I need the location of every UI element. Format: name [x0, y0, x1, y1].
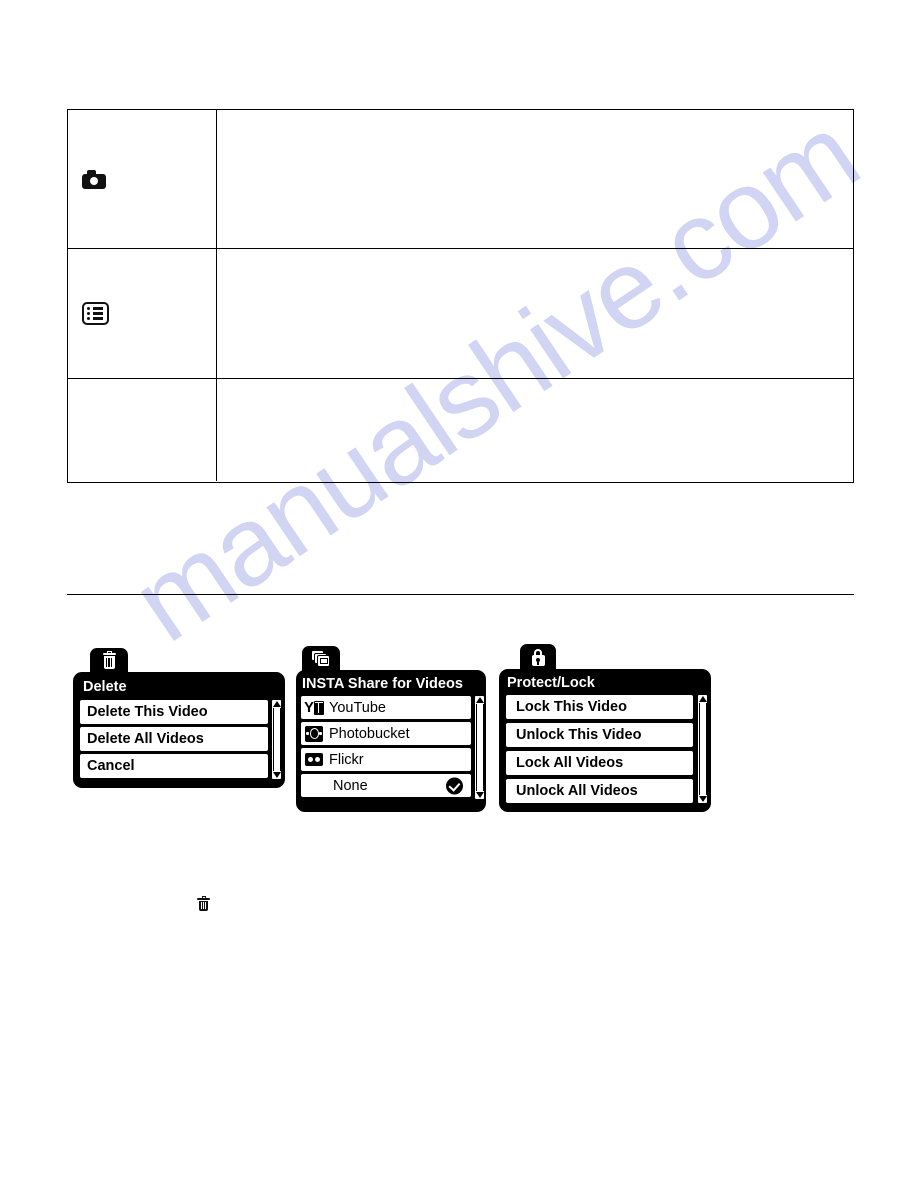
menu-item-unlock-all-videos[interactable]: Unlock All Videos: [505, 778, 694, 804]
selected-check-icon: [446, 777, 463, 794]
menu-insta-share: INSTA Share for Videos Y YouTube Photobu…: [296, 646, 496, 814]
menu-tab-delete[interactable]: [90, 648, 128, 674]
menu-item-unlock-this-video[interactable]: Unlock This Video: [505, 722, 694, 748]
menu-item-label: Unlock All Videos: [516, 783, 638, 799]
scroll-down-arrow-icon[interactable]: [698, 796, 707, 802]
menu-body-insta-share: INSTA Share for Videos Y YouTube Photobu…: [296, 670, 486, 812]
menu-item-lock-this-video[interactable]: Lock This Video: [505, 694, 694, 720]
menu-item-delete-this-video[interactable]: Delete This Video: [79, 699, 269, 725]
youtube-icon: Y: [304, 699, 324, 716]
menu-title: Protect/Lock: [507, 675, 595, 691]
menu-title: INSTA Share for Videos: [302, 676, 463, 692]
menu-item-list: Y YouTube Photobucket Flickr None: [300, 695, 472, 798]
scroll-down-arrow-icon[interactable]: [272, 772, 281, 778]
scrollbar-thumb[interactable]: [698, 703, 707, 795]
menu-item-flickr[interactable]: Flickr: [300, 747, 472, 772]
menu-item-label: YouTube: [329, 699, 386, 716]
menu-scrollbar[interactable]: [474, 695, 485, 800]
flickr-icon: [304, 752, 324, 768]
menu-item-list: Delete This Video Delete All Videos Canc…: [79, 699, 269, 779]
scrollbar-thumb[interactable]: [475, 704, 484, 791]
menu-item-label: Photobucket: [329, 725, 410, 742]
trash-icon: [102, 650, 117, 670]
menu-item-label: Lock This Video: [516, 699, 627, 715]
menu-title: Delete: [83, 679, 127, 695]
menu-item-youtube[interactable]: Y YouTube: [300, 695, 472, 720]
menu-item-label: Delete All Videos: [87, 731, 204, 747]
menu-scrollbar[interactable]: [271, 699, 282, 780]
menu-tab-insta-share[interactable]: [302, 646, 340, 672]
menu-item-none[interactable]: None: [300, 773, 472, 798]
scroll-up-arrow-icon[interactable]: [272, 701, 281, 707]
stacked-photos-icon: [311, 650, 331, 668]
camera-menu-screens: Delete Delete This Video Delete All Vide…: [0, 0, 918, 1188]
menu-item-list: Lock This Video Unlock This Video Lock A…: [505, 694, 694, 804]
menu-item-delete-all-videos[interactable]: Delete All Videos: [79, 726, 269, 752]
menu-protect-lock: Protect/Lock Lock This Video Unlock This…: [499, 644, 714, 814]
scroll-down-arrow-icon[interactable]: [475, 792, 484, 798]
scroll-up-arrow-icon[interactable]: [698, 696, 707, 702]
menu-item-label: Delete This Video: [87, 704, 208, 720]
scroll-up-arrow-icon[interactable]: [475, 697, 484, 703]
menu-item-label: Cancel: [87, 758, 135, 774]
menu-item-label: None: [333, 777, 368, 794]
menu-item-label: Lock All Videos: [516, 755, 624, 771]
menu-scrollbar[interactable]: [697, 694, 708, 804]
menu-item-label: Unlock This Video: [516, 727, 642, 743]
menu-item-label: Flickr: [329, 751, 364, 768]
photobucket-icon: [304, 725, 324, 742]
menu-tab-protect-lock[interactable]: [520, 644, 556, 671]
menu-item-lock-all-videos[interactable]: Lock All Videos: [505, 750, 694, 776]
menu-body-protect-lock: Protect/Lock Lock This Video Unlock This…: [499, 669, 711, 812]
menu-body-delete: Delete Delete This Video Delete All Vide…: [73, 672, 285, 788]
scrollbar-thumb[interactable]: [272, 708, 281, 771]
menu-delete: Delete Delete This Video Delete All Vide…: [73, 648, 289, 788]
menu-item-cancel[interactable]: Cancel: [79, 753, 269, 779]
lock-icon: [531, 648, 546, 667]
menu-item-photobucket[interactable]: Photobucket: [300, 721, 472, 746]
